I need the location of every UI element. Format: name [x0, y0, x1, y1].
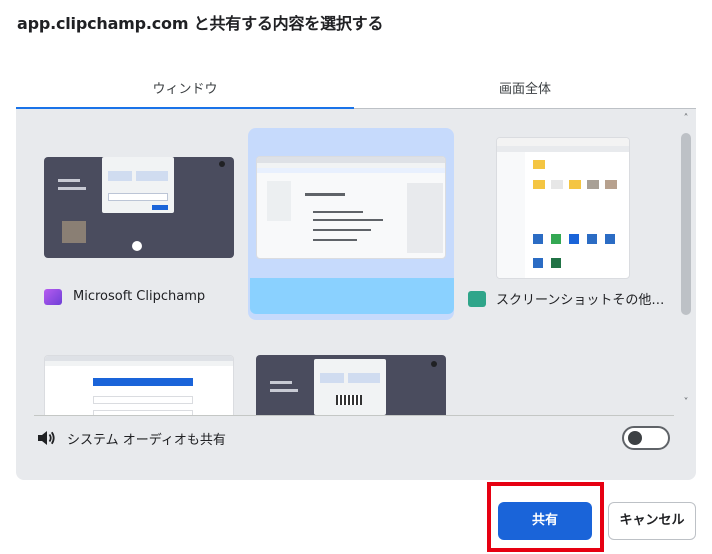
cancel-button[interactable]: キャンセル: [608, 502, 696, 540]
window-thumbnail: [44, 355, 234, 416]
share-button[interactable]: 共有: [498, 502, 592, 540]
window-tile-selected[interactable]: [248, 128, 454, 320]
window-tile-dark[interactable]: [250, 345, 460, 416]
window-tile-explorer[interactable]: スクリーンショットその他のタ...: [464, 129, 674, 319]
window-thumbnail: [256, 156, 446, 259]
audio-share-label: システム オーディオも共有: [67, 433, 226, 448]
window-tile-label: スクリーンショットその他のタ...: [496, 293, 671, 308]
tab-window[interactable]: ウィンドウ: [16, 72, 354, 108]
tab-bar: ウィンドウ 画面全体: [16, 72, 696, 110]
selected-window-bar: [250, 278, 454, 314]
window-thumbnail: [256, 355, 446, 416]
scroll-down-icon[interactable]: ˅: [680, 397, 692, 408]
window-thumbnail: [44, 157, 234, 258]
file-explorer-icon: [468, 291, 486, 307]
window-tile-clipchamp[interactable]: Microsoft Clipchamp: [38, 129, 248, 319]
window-thumbnail: [496, 137, 630, 279]
toggle-knob: [628, 431, 642, 445]
source-picker-panel: Microsoft Clipchamp スクリーンショットその他のタ... ˄ …: [16, 109, 696, 480]
audio-share-toggle[interactable]: [622, 426, 670, 450]
window-grid: Microsoft Clipchamp スクリーンショットその他のタ...: [16, 109, 676, 416]
speaker-icon: [38, 431, 55, 445]
vertical-scrollbar[interactable]: ˄ ˅: [676, 109, 696, 416]
scrollbar-thumb[interactable]: [681, 133, 691, 315]
scroll-up-icon[interactable]: ˄: [680, 113, 692, 124]
tab-entire-screen[interactable]: 画面全体: [354, 72, 696, 108]
dialog-title: app.clipchamp.com と共有する内容を選択する: [17, 14, 384, 33]
clipchamp-icon: [44, 289, 62, 305]
window-tile-label: Microsoft Clipchamp: [73, 289, 206, 304]
window-tile-browser[interactable]: [38, 345, 248, 416]
audio-share-row: システム オーディオも共有: [34, 415, 674, 459]
